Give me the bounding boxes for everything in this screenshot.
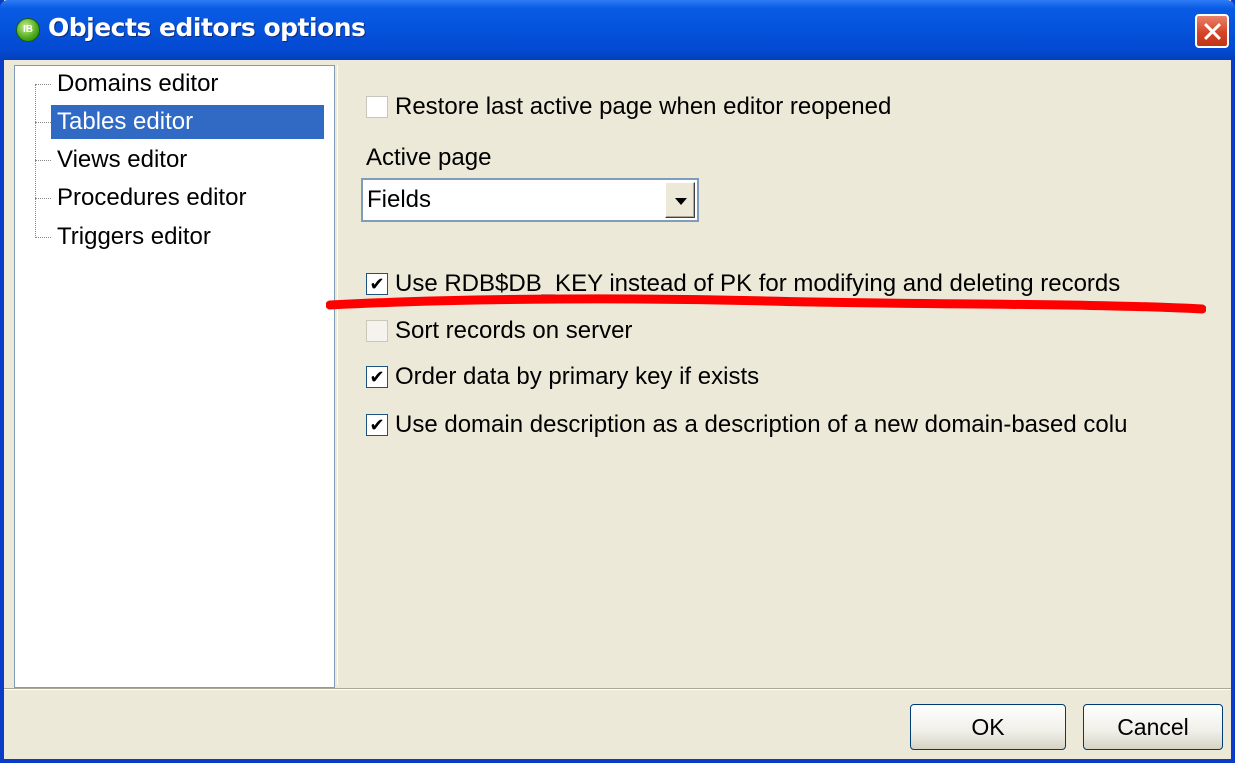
close-icon[interactable]	[1195, 14, 1229, 48]
restore-last-page-checkbox[interactable]: Restore last active page when editor reo…	[366, 93, 891, 121]
tree-item-label: Triggers editor	[57, 223, 211, 250]
tree-item-label: Views editor	[57, 146, 188, 173]
active-page-select[interactable]: Fields	[361, 178, 699, 222]
tree-connector	[35, 160, 51, 161]
tree-connector	[35, 122, 51, 123]
tree-item-label: Tables editor	[51, 105, 324, 139]
checkbox-label: Sort records on server	[395, 317, 633, 344]
dialog-window: IB Objects editors options Domains edito…	[0, 0, 1235, 763]
checkbox-box[interactable]	[366, 320, 388, 342]
checkbox-box[interactable]	[366, 96, 388, 118]
editor-tree: Domains editor Tables editor Views edito…	[14, 65, 335, 688]
cancel-button[interactable]: Cancel	[1083, 704, 1223, 750]
checkbox-label: Use domain description as a description …	[395, 411, 1128, 438]
order-by-pk-checkbox[interactable]: ✔ Order data by primary key if exists	[366, 363, 759, 391]
checkbox-box[interactable]: ✔	[366, 366, 388, 388]
active-page-value: Fields	[367, 186, 432, 213]
app-icon: IB	[16, 18, 40, 42]
use-domain-desc-checkbox[interactable]: ✔ Use domain description as a descriptio…	[366, 411, 1127, 439]
tree-connector	[35, 237, 51, 238]
sort-on-server-checkbox[interactable]: Sort records on server	[366, 317, 632, 345]
active-page-label: Active page	[366, 144, 492, 171]
checkbox-box[interactable]: ✔	[366, 273, 388, 295]
tree-connector	[35, 198, 51, 199]
chevron-down-icon[interactable]	[665, 182, 695, 218]
window-title: Objects editors options	[48, 13, 366, 42]
red-underline-annotation	[326, 294, 1206, 314]
tree-connector	[35, 84, 51, 85]
checkbox-label: Restore last active page when editor reo…	[395, 93, 892, 120]
tree-connector-line	[35, 84, 36, 238]
checkbox-box[interactable]: ✔	[366, 414, 388, 436]
footer-divider	[4, 688, 1231, 690]
tree-item-label: Domains editor	[57, 70, 219, 97]
tree-item-label: Procedures editor	[57, 184, 247, 211]
ok-button[interactable]: OK	[910, 704, 1066, 750]
checkbox-label: Order data by primary key if exists	[395, 363, 760, 390]
title-bar[interactable]: IB Objects editors options	[0, 0, 1235, 60]
